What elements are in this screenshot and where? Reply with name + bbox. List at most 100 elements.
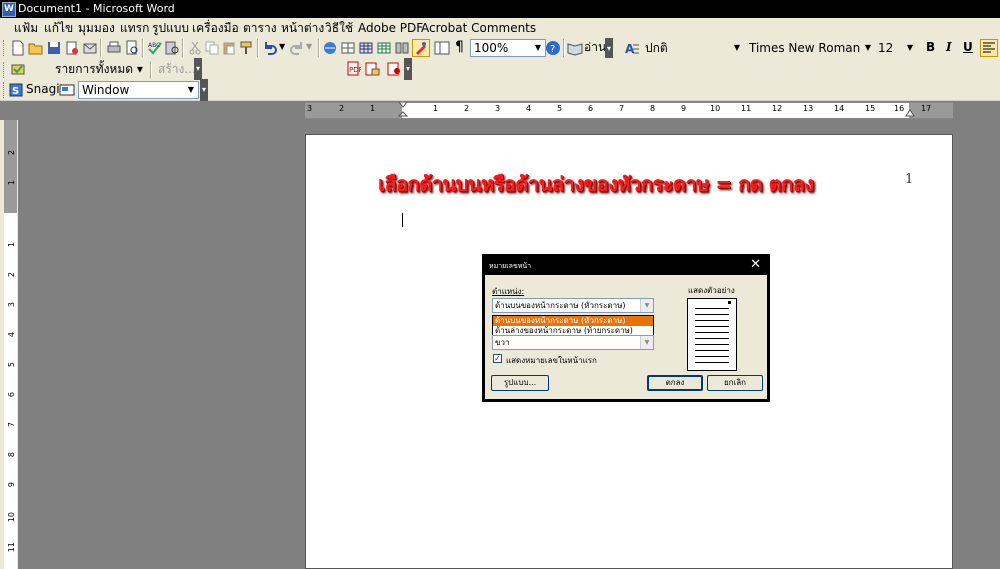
permission-icon[interactable] — [64, 40, 80, 56]
font-value: Times New Roman — [749, 41, 861, 55]
font-combo[interactable]: Times New Roman ▼ — [745, 39, 876, 57]
capture-settings-icon[interactable] — [59, 82, 75, 98]
chevron-down-icon[interactable]: ▼ — [640, 299, 653, 312]
tracking-icon[interactable] — [10, 61, 26, 77]
toolbar-overflow-icon[interactable]: ▾ — [404, 58, 412, 80]
horizontal-ruler[interactable]: 3 2 1 1 2 3 4 5 6 7 8 9 10 11 12 13 14 1… — [305, 102, 953, 119]
alignment-select[interactable]: ขวา ▼ — [492, 335, 654, 350]
email-icon[interactable] — [82, 40, 98, 56]
toolbar-separator — [150, 61, 152, 79]
cut-icon[interactable] — [187, 40, 203, 56]
indent-marker-icon[interactable] — [398, 102, 408, 119]
toolbar-overflow-icon[interactable]: ▾ — [605, 38, 613, 60]
columns-icon[interactable] — [394, 40, 410, 56]
chevron-down-icon[interactable]: ▼ — [640, 336, 653, 349]
tables-borders-icon[interactable] — [340, 40, 356, 56]
spelling-icon[interactable]: ABC — [147, 40, 163, 56]
dialog-title-bar[interactable]: หมายเลขหน้า ✕ — [485, 257, 767, 275]
menu-file[interactable]: แฟ้ม — [14, 20, 38, 36]
font-size-combo[interactable]: 12 ▼ — [874, 39, 918, 57]
chevron-down-icon[interactable]: ▼ — [531, 40, 545, 56]
research-icon[interactable] — [164, 40, 180, 56]
standard-toolbar: ABC ▼ ▼ ¶ 100% ▼ ? อ่าน ▾ A ปกติ ▼ Times… — [0, 38, 1000, 60]
ruler-tick-label: 8 — [7, 452, 16, 458]
format-painter-icon[interactable] — [238, 40, 254, 56]
snagit-icon[interactable]: S — [8, 82, 24, 98]
redo-icon[interactable] — [289, 40, 305, 56]
bold-button[interactable]: B — [926, 38, 935, 56]
position-select[interactable]: ด้านบนของหน้ากระดาษ (หัวกระดาษ) ▼ — [492, 298, 654, 313]
menu-tools[interactable]: เครื่องมือ — [192, 20, 239, 36]
preview-line — [695, 320, 729, 321]
align-left-icon[interactable] — [980, 39, 998, 57]
convert-pdf-icon[interactable]: PDF — [345, 61, 361, 77]
new-document-icon[interactable] — [10, 40, 26, 56]
pdf-review-icon[interactable] — [386, 61, 402, 77]
save-icon[interactable] — [46, 40, 62, 56]
zoom-combo[interactable]: 100% ▼ — [470, 39, 546, 57]
document-map-icon[interactable] — [434, 40, 450, 56]
toolbar-separator — [142, 39, 144, 57]
insert-table-icon[interactable] — [358, 40, 374, 56]
menu-view[interactable]: มุมมอง — [78, 20, 115, 36]
hyperlink-icon[interactable] — [322, 40, 338, 56]
insert-excel-icon[interactable] — [376, 40, 392, 56]
menu-table[interactable]: ตาราง — [243, 20, 277, 36]
styles-icon[interactable]: A — [624, 40, 640, 56]
close-icon[interactable]: ✕ — [750, 257, 761, 273]
ruler-tick-label: 1 — [433, 104, 439, 113]
menu-edit[interactable]: แก้ไข — [44, 20, 73, 36]
ok-button[interactable]: ตกลง — [647, 375, 703, 391]
open-folder-icon[interactable] — [28, 40, 44, 56]
capture-mode-combo[interactable]: Window ▼ — [78, 81, 199, 99]
menu-help[interactable]: วิธีใช้ — [325, 20, 353, 36]
ruler-tick-label: 7 — [7, 422, 16, 428]
redo-dropdown-icon[interactable]: ▼ — [306, 38, 312, 56]
drawing-icon[interactable] — [412, 39, 430, 57]
toolbar-overflow-icon[interactable]: ▾ — [200, 79, 208, 101]
style-combo[interactable]: ปกติ ▼ — [641, 39, 745, 57]
read-mode-label[interactable]: อ่าน — [584, 38, 606, 56]
right-indent-marker-icon[interactable] — [905, 109, 915, 118]
chevron-down-icon[interactable]: ▼ — [730, 40, 744, 56]
create-button[interactable]: สร้าง... — [158, 60, 196, 78]
chevron-down-icon[interactable]: ▼ — [903, 40, 917, 56]
toolbar-grip[interactable] — [3, 40, 7, 56]
print-preview-icon[interactable] — [124, 40, 140, 56]
undo-dropdown-icon[interactable]: ▼ — [279, 38, 285, 56]
menu-format[interactable]: รูปแบบ — [152, 20, 189, 36]
toolbar-grip[interactable] — [3, 82, 7, 98]
toolbar-grip[interactable] — [3, 62, 7, 78]
position-option-top[interactable]: ด้านบนของหน้ากระดาษ (หัวกระดาษ) — [493, 316, 653, 326]
menu-insert[interactable]: แทรก — [120, 20, 149, 36]
chevron-down-icon[interactable]: ▼ — [184, 82, 198, 98]
display-markup-dropdown[interactable]: รายการทั้งหมด ▾ — [55, 60, 143, 78]
menu-window[interactable]: หน้าต่าง — [281, 20, 324, 36]
paste-icon[interactable] — [221, 40, 237, 56]
menu-acrobat-comments[interactable]: Acrobat Comments — [421, 20, 536, 36]
copy-icon[interactable] — [204, 40, 220, 56]
chevron-down-icon[interactable]: ▼ — [861, 40, 875, 56]
ruler-tick-label: 11 — [7, 542, 16, 553]
print-icon[interactable] — [106, 40, 122, 56]
window-title-bar: W Document1 - Microsoft Word — [0, 0, 1000, 18]
toolbar-overflow-icon[interactable]: ▾ — [194, 58, 202, 80]
preview-line — [695, 350, 729, 351]
position-label: ตำแหน่ง: — [492, 287, 525, 296]
ruler-tick-label: 6 — [588, 104, 594, 113]
undo-icon[interactable] — [262, 40, 278, 56]
cancel-button[interactable]: ยกเลิก — [707, 375, 763, 391]
help-icon[interactable]: ? — [545, 40, 561, 56]
word-app-icon: W — [2, 2, 16, 17]
read-mode-icon[interactable] — [567, 40, 583, 56]
show-first-page-checkbox[interactable]: ✓ — [493, 354, 502, 363]
menu-adobe-pdf[interactable]: Adobe PDF — [358, 20, 423, 36]
ruler-tick-label: 1 — [7, 180, 16, 186]
show-formatting-icon[interactable]: ¶ — [455, 38, 464, 56]
preview-line — [695, 344, 729, 345]
italic-button[interactable]: I — [946, 38, 952, 56]
underline-button[interactable]: U — [963, 38, 973, 56]
format-button[interactable]: รูปแบบ... — [491, 375, 549, 391]
pdf-email-icon[interactable] — [364, 61, 380, 77]
toolbar-separator — [100, 39, 102, 57]
